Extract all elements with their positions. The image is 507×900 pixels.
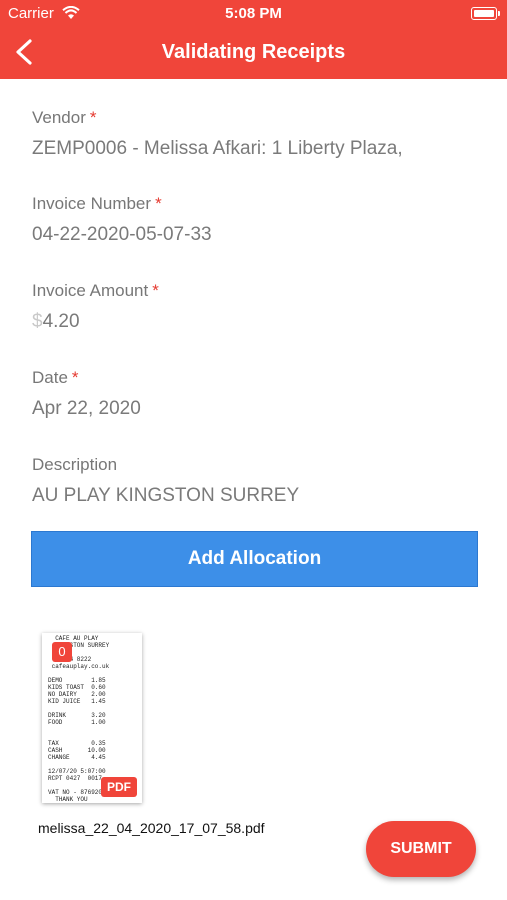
required-marker: * (89, 108, 97, 127)
receipt-line (48, 726, 136, 733)
page-title: Validating Receipts (161, 41, 346, 63)
receipt-line: NO DAIRY 2.00 (48, 691, 106, 698)
description-value: AU PLAY KINGSTON SURREY (32, 485, 300, 506)
status-bar: Carrier 5:08 PM (0, 5, 507, 23)
currency-symbol: $ (32, 311, 43, 332)
attachment-count-badge: 0 (52, 642, 72, 662)
receipt-line (48, 670, 136, 677)
pdf-badge: PDF (101, 777, 137, 797)
date-field[interactable]: Date * Apr 22, 2020 (32, 368, 141, 420)
attachment-filename: melissa_22_04_2020_17_07_58.pdf (38, 820, 265, 836)
date-label: Date (32, 368, 68, 387)
required-marker: * (155, 194, 162, 213)
required-marker: * (152, 281, 159, 300)
receipt-line: cafeauplay.co.uk (48, 663, 110, 670)
vendor-label: Vendor (32, 108, 86, 127)
add-allocation-button[interactable]: Add Allocation (31, 531, 478, 587)
battery-icon (471, 7, 500, 20)
vendor-field[interactable]: Vendor * ZEMP0006 - Melissa Afkari: 1 Lib… (32, 108, 403, 160)
receipt-line: CASH 10.00 (48, 747, 106, 754)
invoice-amount-field[interactable]: Invoice Amount * $4.20 (32, 281, 159, 333)
date-value: Apr 22, 2020 (32, 398, 141, 419)
receipt-line: FOOD 1.00 (48, 719, 106, 726)
description-field[interactable]: Description AU PLAY KINGSTON SURREY (32, 455, 299, 507)
receipt-line: DRINK 3.20 (48, 712, 106, 719)
submit-button[interactable]: SUBMIT (366, 821, 476, 877)
receipt-line: CHANGE 4.45 (48, 754, 106, 761)
receipt-line: THANK YOU (48, 796, 88, 803)
receipt-line: 12/07/20 5:07:00 (48, 768, 106, 775)
receipt-line: KID JUICE 1.45 (48, 698, 106, 705)
receipt-line: CAFE AU PLAY (48, 635, 99, 642)
app-header: Carrier 5:08 PM Validating Receipts (0, 0, 507, 79)
invoice-number-value: 04-22-2020-05-07-33 (32, 224, 212, 245)
receipt-line: TAX 0.35 (48, 740, 106, 747)
vendor-value: ZEMP0006 - Melissa Afkari: 1 Liberty Pla… (32, 138, 403, 159)
receipt-line (48, 733, 136, 740)
invoice-amount-value: 4.20 (42, 311, 80, 332)
invoice-amount-label: Invoice Amount (32, 281, 149, 300)
description-label: Description (32, 455, 118, 474)
receipt-line (48, 705, 136, 712)
clock: 5:08 PM (225, 5, 282, 22)
receipt-line: KIDS TOAST 0.60 (48, 684, 106, 691)
invoice-number-label: Invoice Number (32, 194, 152, 213)
receipt-line: DEMO 1.85 (48, 677, 106, 684)
receipt-line (48, 761, 136, 768)
invoice-number-field[interactable]: Invoice Number * 04-22-2020-05-07-33 (32, 194, 212, 246)
required-marker: * (71, 368, 79, 387)
